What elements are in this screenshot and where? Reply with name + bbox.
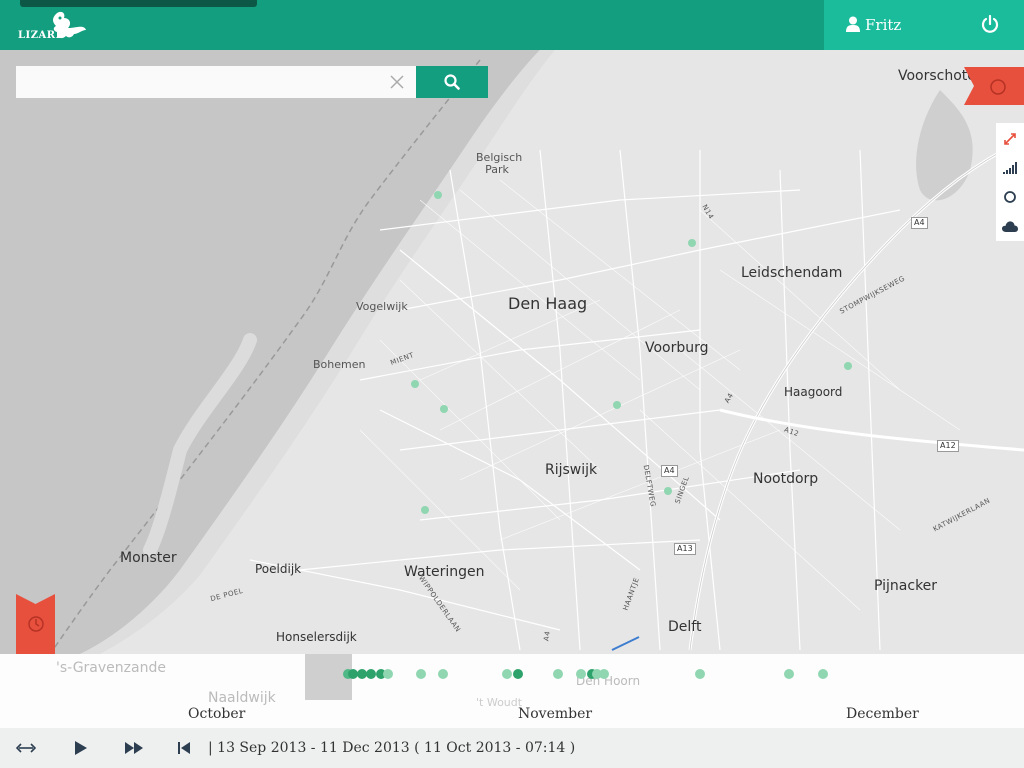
label-belgisch-park: Belgisch Park	[476, 151, 523, 176]
timeline-event-dot[interactable]	[383, 669, 393, 679]
highway-shield-a13: A13	[674, 543, 696, 555]
map-layers-ribbon[interactable]	[964, 67, 1024, 105]
map-canvas[interactable]: Den Haag Voorburg Leidschendam Rijswijk …	[0, 50, 1024, 654]
map-tools-panel	[996, 123, 1024, 241]
expand-icon	[1004, 133, 1016, 145]
search-icon	[444, 74, 460, 90]
label-bohemen: Bohemen	[313, 358, 366, 371]
circle-icon	[1004, 191, 1016, 203]
zoom-range-button[interactable]	[14, 738, 38, 758]
timeline-event-dot[interactable]	[784, 669, 794, 679]
label-vogelwijk: Vogelwijk	[356, 300, 408, 313]
timeline-panel[interactable]: 's-Gravenzande Naaldwijk 't Woudt Den Ho…	[0, 654, 1024, 728]
playback-controls: | 13 Sep 2013 - 11 Dec 2013 ( 11 Oct 201…	[0, 728, 1024, 768]
app-header: LIZARD Fritz	[0, 0, 1024, 50]
timeline-event-dot[interactable]	[599, 669, 609, 679]
signal-bars-icon	[1003, 162, 1017, 174]
logo-text: LIZARD	[18, 30, 65, 41]
timeline-toggle-ribbon[interactable]	[16, 594, 55, 654]
label-poeldijk: Poeldijk	[255, 562, 302, 576]
timeline-event-dot[interactable]	[416, 669, 426, 679]
label-gravenzande: 's-Gravenzande	[56, 660, 166, 676]
timeline-event-dot[interactable]	[818, 669, 828, 679]
header-tab-strip	[20, 0, 257, 7]
timeline-month-november: November	[518, 706, 593, 722]
fast-forward-icon	[125, 742, 143, 754]
play-button[interactable]	[68, 738, 92, 758]
label-haagoord: Haagoord	[784, 385, 843, 399]
timeline-event-dot[interactable]	[553, 669, 563, 679]
timeline-event-dot[interactable]	[576, 669, 586, 679]
step-back-button[interactable]	[172, 738, 196, 758]
label-honselersdijk: Honselersdijk	[276, 630, 357, 644]
label-leidschendam: Leidschendam	[741, 265, 843, 281]
label-delft: Delft	[668, 619, 702, 635]
signal-tool[interactable]	[996, 154, 1024, 182]
fullscreen-tool[interactable]	[996, 125, 1024, 153]
timeline-month-december: December	[846, 706, 919, 722]
timeline-event-dot[interactable]	[502, 669, 512, 679]
label-voorburg: Voorburg	[645, 340, 709, 356]
circle-tool[interactable]	[996, 183, 1024, 211]
user-panel: Fritz	[824, 0, 1024, 50]
user-icon[interactable]	[846, 16, 860, 32]
highway-shield-a4-north: A4	[911, 217, 928, 229]
weather-tool[interactable]	[996, 212, 1024, 240]
timeline-event-dot[interactable]	[513, 669, 523, 679]
label-den-haag: Den Haag	[508, 294, 588, 313]
label-wateringen: Wateringen	[404, 564, 485, 580]
timeline-range-readout: | 13 Sep 2013 - 11 Dec 2013 ( 11 Oct 201…	[208, 740, 576, 756]
label-nootdorp: Nootdorp	[753, 471, 819, 487]
play-icon	[75, 741, 87, 755]
timeline-event-dot[interactable]	[366, 669, 376, 679]
fast-forward-button[interactable]	[122, 738, 146, 758]
label-rijswijk: Rijswijk	[545, 462, 598, 478]
cloud-icon	[1002, 221, 1018, 232]
logout-power-icon[interactable]	[980, 14, 1000, 34]
label-monster: Monster	[120, 550, 177, 566]
label-naaldwijk: Naaldwijk	[208, 690, 276, 706]
label-t-woudt: 't Woudt	[476, 696, 523, 709]
highway-shield-a12: A12	[937, 440, 959, 452]
user-name[interactable]: Fritz	[865, 16, 901, 34]
horizontal-arrows-icon	[16, 743, 36, 753]
lizard-logo[interactable]: LIZARD	[16, 10, 90, 44]
timeline-event-dot[interactable]	[438, 669, 448, 679]
highway-shield-a4-mid: A4	[661, 465, 678, 477]
timeline-month-october: October	[188, 706, 246, 722]
label-pijnacker: Pijnacker	[874, 578, 938, 594]
search-bar	[16, 66, 416, 98]
clear-search-icon[interactable]	[388, 73, 406, 91]
search-input[interactable]	[16, 66, 386, 98]
timeline-event-dot[interactable]	[695, 669, 705, 679]
skip-back-icon	[178, 742, 190, 754]
search-button[interactable]	[416, 66, 488, 98]
